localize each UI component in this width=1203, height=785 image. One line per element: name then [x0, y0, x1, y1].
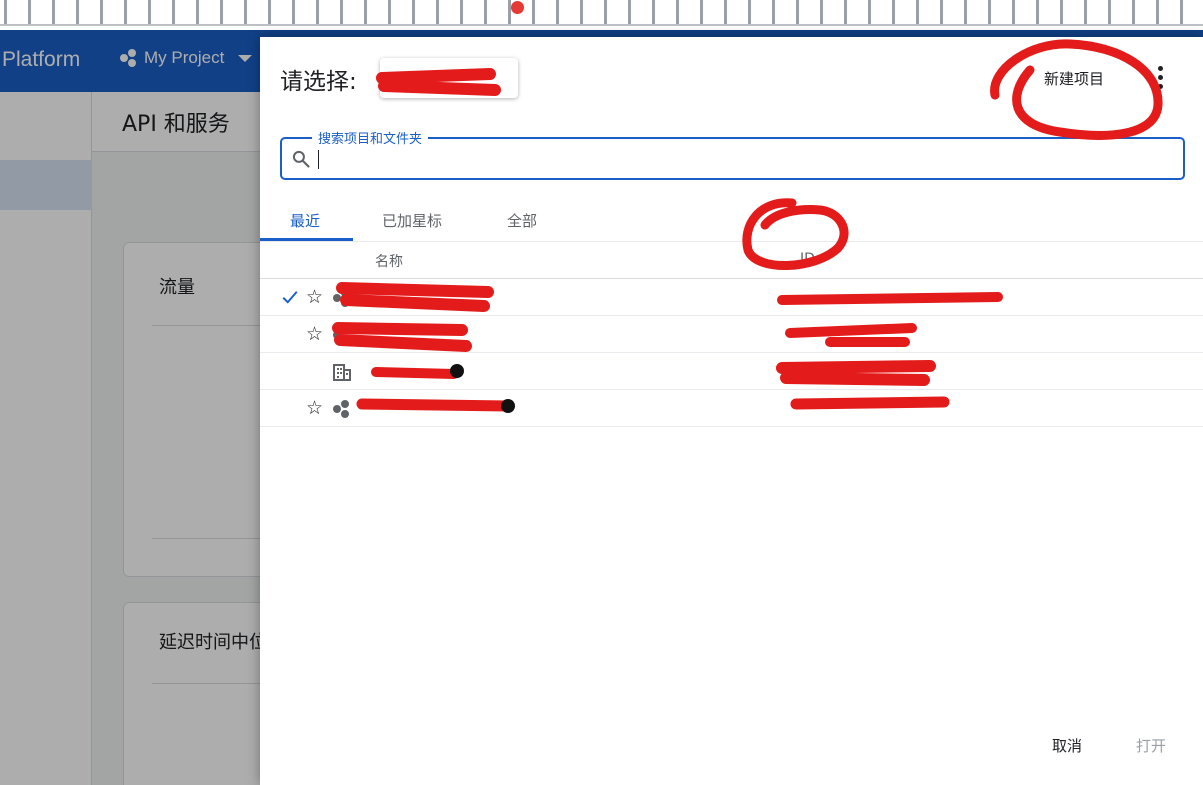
- strip-dash: [1060, 0, 1063, 24]
- strip-dash: [1012, 0, 1015, 24]
- strip-dash: [628, 0, 631, 24]
- tab-starred[interactable]: 已加星标: [382, 210, 442, 231]
- strip-dash: [988, 0, 991, 24]
- strip-dash: [940, 0, 943, 24]
- column-header-name: 名称: [375, 254, 403, 270]
- strip-dash: [460, 0, 463, 24]
- star-outline-icon[interactable]: ☆: [306, 286, 323, 308]
- strip-dash: [76, 0, 79, 24]
- strip-dash: [340, 0, 343, 24]
- tab-all[interactable]: 全部: [507, 210, 537, 231]
- strip-dash: [364, 0, 367, 24]
- strip-dash: [820, 0, 823, 24]
- strip-dash: [796, 0, 799, 24]
- strip-dash: [484, 0, 487, 24]
- dialog-title: 请选择:: [280, 69, 357, 95]
- strip-dash: [28, 0, 31, 24]
- strip-dash: [1180, 0, 1183, 24]
- strip-dash: [868, 0, 871, 24]
- strip-dash: [4, 0, 7, 24]
- strip-dash: [700, 0, 703, 24]
- strip-dash: [844, 0, 847, 24]
- search-icon: [292, 150, 310, 168]
- column-header-id: ID: [800, 251, 815, 267]
- strip-dash: [244, 0, 247, 24]
- browser-top-strip: [0, 0, 1203, 30]
- strip-dash: [604, 0, 607, 24]
- strip-dash: [676, 0, 679, 24]
- strip-dash: [1036, 0, 1039, 24]
- strip-dash: [148, 0, 151, 24]
- table-row[interactable]: ☆: [260, 279, 1203, 316]
- strip-baseline: [0, 24, 1203, 26]
- strip-dash: [316, 0, 319, 24]
- strip-dash: [580, 0, 583, 24]
- project-picker-dialog: 请选择: 新建项目 搜索项目和文件夹 最近 已加星标 全部 名称 ID ☆ ☆: [260, 37, 1203, 785]
- strip-dash: [748, 0, 751, 24]
- project-icon: [333, 289, 349, 307]
- active-tab-indicator: [260, 238, 353, 241]
- strip-dash: [772, 0, 775, 24]
- strip-dash: [124, 0, 127, 24]
- strip-dash: [172, 0, 175, 24]
- table-row[interactable]: ☆: [260, 390, 1203, 427]
- more-vert-icon[interactable]: [1154, 65, 1168, 91]
- strip-dash: [724, 0, 727, 24]
- open-button[interactable]: 打开: [1136, 735, 1166, 756]
- strip-dash: [892, 0, 895, 24]
- strip-dash: [100, 0, 103, 24]
- strip-dash: [412, 0, 415, 24]
- new-project-button[interactable]: 新建项目: [1044, 68, 1104, 89]
- check-icon: [282, 291, 298, 304]
- strip-dash: [916, 0, 919, 24]
- strip-dash: [1156, 0, 1159, 24]
- tab-bar: 最近 已加星标 全部: [260, 200, 1203, 242]
- text-cursor: [318, 150, 319, 169]
- table-header: 名称 ID: [260, 242, 1203, 279]
- strip-dash: [532, 0, 535, 24]
- strip-dash: [1084, 0, 1087, 24]
- strip-dash: [508, 0, 511, 24]
- project-icon: [333, 326, 349, 344]
- search-input[interactable]: [316, 145, 1176, 173]
- strip-dash: [1132, 0, 1135, 24]
- strip-dash: [196, 0, 199, 24]
- strip-dash: [220, 0, 223, 24]
- star-outline-icon[interactable]: ☆: [306, 397, 323, 419]
- tab-recent[interactable]: 最近: [290, 210, 320, 231]
- star-outline-icon[interactable]: ☆: [306, 323, 323, 345]
- strip-dash: [292, 0, 295, 24]
- strip-dash: [388, 0, 391, 24]
- strip-dash: [436, 0, 439, 24]
- strip-dash: [52, 0, 55, 24]
- search-field[interactable]: 搜索项目和文件夹: [280, 128, 1185, 180]
- strip-dash: [964, 0, 967, 24]
- strip-dash: [268, 0, 271, 24]
- strip-dash: [1108, 0, 1111, 24]
- cancel-button[interactable]: 取消: [1052, 735, 1082, 756]
- organization-selector[interactable]: [380, 58, 518, 98]
- organization-icon: [333, 364, 351, 381]
- table-row[interactable]: ☆: [260, 316, 1203, 353]
- project-icon: [333, 400, 349, 418]
- table-row[interactable]: [260, 353, 1203, 390]
- strip-dash: [556, 0, 559, 24]
- strip-dash: [652, 0, 655, 24]
- red-dot-marker: [511, 1, 524, 14]
